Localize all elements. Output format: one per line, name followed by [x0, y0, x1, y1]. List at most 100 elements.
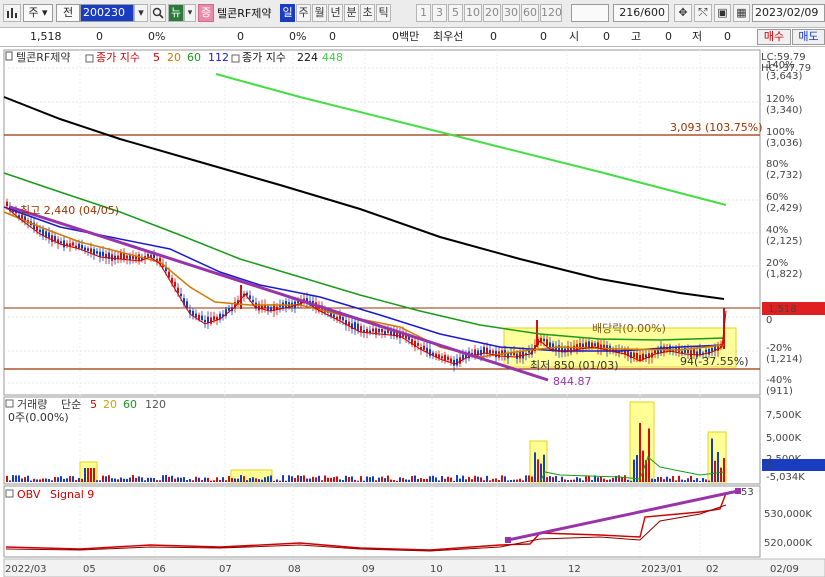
volume-legend-toggle[interactable]	[5, 399, 14, 408]
candle-body	[147, 254, 149, 257]
volume-bar	[264, 477, 266, 482]
interval-button-120[interactable]: 120	[540, 4, 562, 22]
volume-bar	[186, 480, 188, 482]
volume-bar	[558, 480, 560, 482]
count-display[interactable]: 216/600	[613, 4, 669, 22]
volume-bar	[318, 475, 320, 482]
volume-bar	[492, 478, 494, 482]
candle-body	[84, 247, 86, 251]
pin-icon[interactable]: ✥	[674, 4, 692, 22]
volume-bar	[660, 476, 662, 482]
search-button[interactable]	[150, 4, 166, 22]
candle-body	[708, 348, 710, 355]
sell-button[interactable]: 매도	[792, 29, 825, 45]
volume-bar	[624, 475, 626, 482]
volume-bar	[489, 480, 491, 482]
y-axis-pct-9: -40%	[766, 375, 792, 386]
candle-body	[633, 352, 635, 358]
candle-body	[474, 349, 476, 355]
interval-input[interactable]	[571, 4, 609, 22]
volume-legend-type: 단순	[61, 398, 81, 411]
save-icon[interactable]: ▣	[714, 4, 731, 22]
annotation-low-trend: 844.87	[553, 375, 592, 388]
volume-y-label-0: 7,500K	[766, 410, 802, 421]
volume-y-label-4: -5,034K	[766, 472, 805, 483]
volume-bar	[411, 476, 413, 482]
candle-body	[48, 232, 50, 239]
main-toolbar: 주 ▾ 전 200230 ▾ 뉴 ▾ 증 텔콘RF제약 일주월년분초틱 1351…	[0, 0, 825, 28]
price-y-axis: 140%(3,643) 120%(3,340) 100%(3,036) 80%(2,7…	[766, 60, 803, 397]
volume-bar	[153, 478, 155, 482]
settings-button[interactable]: ▾	[184, 4, 196, 22]
buy-button[interactable]: 매수	[757, 29, 791, 45]
annotation-level: 3,093 (103.75%)	[670, 121, 763, 134]
volume-bar	[447, 476, 449, 482]
news-button[interactable]: 뉴	[168, 4, 184, 22]
tab-3[interactable]: 년	[328, 4, 343, 22]
prev-select[interactable]: 전	[56, 4, 80, 22]
interval-button-1[interactable]: 1	[416, 4, 431, 22]
compare-icon[interactable]: ⤲	[694, 4, 712, 22]
legend-stock-name: 텔콘RF제약	[16, 50, 70, 64]
interval-button-30[interactable]: 30	[502, 4, 520, 22]
volume-bar	[702, 478, 704, 482]
tab-0[interactable]: 일	[280, 4, 295, 22]
interval-button-5[interactable]: 5	[448, 4, 463, 22]
volume-bar	[156, 480, 158, 482]
volume-bar	[534, 452, 536, 482]
legend-ma5: 5	[153, 51, 160, 64]
volume-bar	[672, 476, 674, 482]
interval-button-3[interactable]: 3	[432, 4, 447, 22]
interval-button-60[interactable]: 60	[521, 4, 539, 22]
candle-body	[438, 354, 440, 358]
legend-toggle-1[interactable]	[85, 54, 94, 63]
volume-bar	[345, 475, 347, 482]
legend-toggle-2[interactable]	[231, 54, 240, 63]
volume-y-axis: 7,500K5,000K2,500K0-5,034K	[762, 410, 825, 483]
volume-bar	[84, 468, 86, 482]
interval-button-20[interactable]: 20	[483, 4, 501, 22]
volume-bar	[327, 477, 329, 482]
tab-2[interactable]: 월	[312, 4, 327, 22]
volume-bar	[543, 454, 545, 482]
tab-5[interactable]: 초	[360, 4, 375, 22]
interval-button-10[interactable]: 10	[464, 4, 482, 22]
info-low-label: 저	[692, 30, 703, 43]
date-input[interactable]: 2023/02/09	[752, 4, 825, 22]
candle-body	[201, 315, 203, 321]
volume-bar	[699, 480, 701, 482]
y-axis-price-8: (1,214)	[766, 354, 803, 365]
candle-body	[492, 350, 494, 354]
volume-bar	[54, 477, 56, 482]
volume-bar	[588, 476, 590, 482]
candle-body	[129, 255, 131, 260]
volume-bar	[522, 480, 524, 482]
volume-bar	[360, 476, 362, 482]
tab-4[interactable]: 분	[344, 4, 359, 22]
volume-bar	[198, 477, 200, 482]
obv-edge-label: 53	[741, 487, 754, 498]
stock-chart[interactable]: 텔콘RF제약 종가 지수 5 20 60 112 종가 지수 224 448 최…	[0, 47, 825, 577]
calendar-icon[interactable]: ▦	[733, 4, 750, 22]
volume-bar	[120, 477, 122, 482]
tab-6[interactable]: 틱	[376, 4, 391, 22]
volume-bar	[183, 477, 185, 482]
x-axis-label-0: 2022/03	[5, 564, 47, 575]
stock-code: 200230	[83, 6, 125, 19]
volume-bar	[348, 477, 350, 482]
volume-bar	[42, 478, 44, 482]
volume-bar	[513, 479, 515, 482]
volume-bar	[126, 478, 128, 482]
candle-body	[252, 299, 254, 303]
code-dropdown-button[interactable]: ▾	[134, 4, 148, 22]
trend-anchor-start[interactable]	[505, 537, 511, 543]
volume-bar	[564, 479, 566, 482]
x-axis-label-1: 05	[83, 564, 96, 575]
candle-body	[645, 354, 647, 358]
period-select[interactable]: 주 ▾	[23, 4, 53, 22]
obv-legend-toggle[interactable]	[5, 489, 14, 498]
volume-bar	[306, 478, 308, 482]
tab-1[interactable]: 주	[296, 4, 311, 22]
stock-code-input[interactable]: 200230	[80, 4, 134, 22]
chart-type-icon[interactable]	[3, 4, 21, 22]
